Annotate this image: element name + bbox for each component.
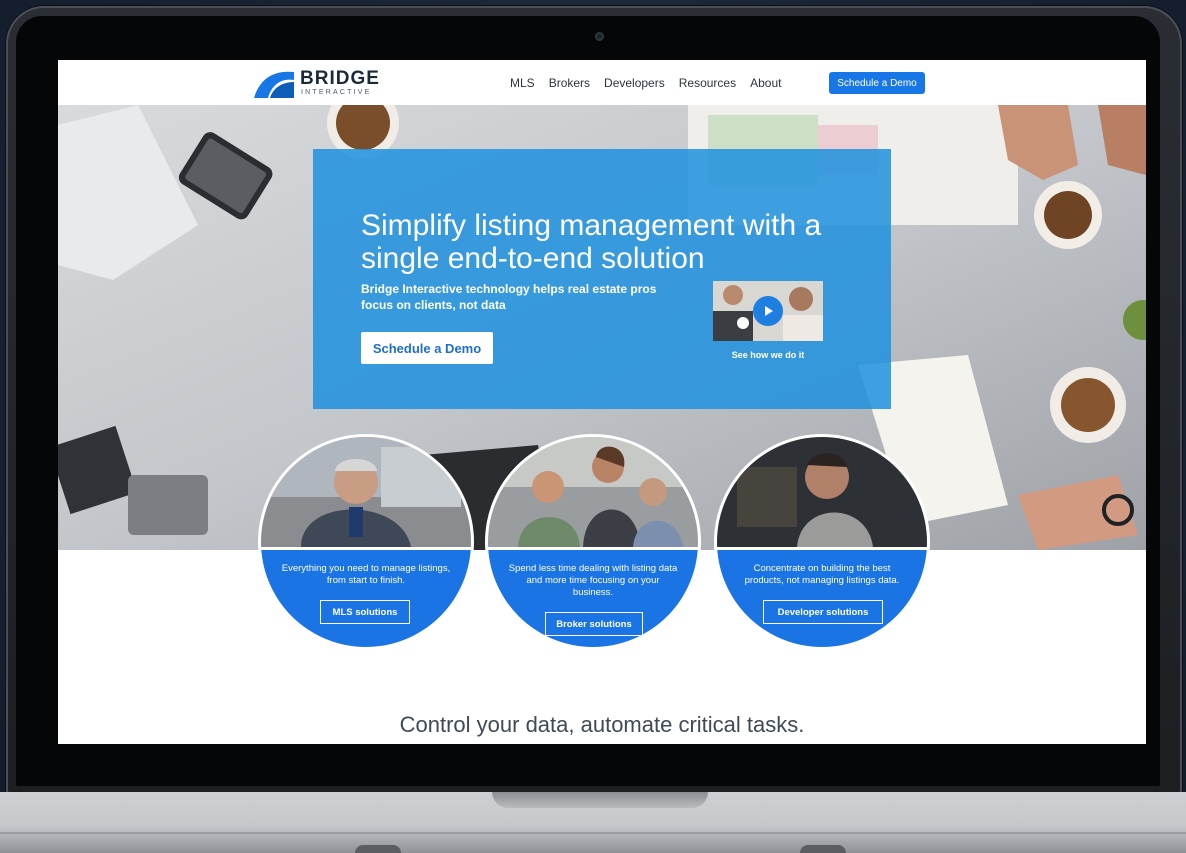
website-screen: BRIDGE INTERACTIVE MLS Brokers Developer… [58, 60, 1146, 744]
mls-solution-card: Everything you need to manage listings, … [261, 437, 471, 647]
developer-solutions-button[interactable]: Developer solutions [763, 600, 883, 624]
laptop-foot-left [355, 845, 401, 853]
laptop-notch [492, 792, 708, 808]
broker-solutions-button[interactable]: Broker solutions [545, 612, 643, 636]
hero-subtitle: Bridge Interactive technology helps real… [361, 282, 657, 312]
nav-link-about[interactable]: About [750, 76, 781, 90]
broker-photo [488, 437, 698, 547]
broker-card-text: Spend less time dealing with listing dat… [508, 563, 678, 598]
bridge-logo-icon[interactable] [254, 68, 294, 98]
tagline-heading: Control your data, automate critical tas… [399, 712, 805, 737]
play-icon[interactable] [753, 296, 783, 326]
top-nav: BRIDGE INTERACTIVE MLS Brokers Developer… [58, 60, 1146, 105]
mls-photo [261, 437, 471, 547]
developer-card-text: Concentrate on building the best product… [744, 563, 900, 586]
hero-title: Simplify listing management with a singl… [361, 209, 822, 276]
nav-link-developers[interactable]: Developers [604, 76, 665, 90]
schedule-demo-hero-button[interactable]: Schedule a Demo [361, 332, 493, 364]
hero-panel: Simplify listing management with a singl… [313, 149, 891, 409]
base-divider [0, 832, 1186, 834]
video-thumbnail[interactable] [713, 281, 823, 341]
nav-link-resources[interactable]: Resources [679, 76, 736, 90]
camera-icon [595, 32, 604, 41]
schedule-demo-nav-button[interactable]: Schedule a Demo [829, 72, 925, 94]
logo-title[interactable]: BRIDGE [300, 68, 380, 90]
nav-links: MLS Brokers Developers Resources About [510, 76, 781, 90]
mls-solutions-button[interactable]: MLS solutions [320, 600, 410, 624]
logo-subtitle: INTERACTIVE [301, 89, 372, 96]
developer-solution-card: Concentrate on building the best product… [717, 437, 927, 647]
video-caption[interactable]: See how we do it [707, 350, 829, 360]
nav-link-brokers[interactable]: Brokers [549, 76, 590, 90]
nav-link-mls[interactable]: MLS [510, 76, 535, 90]
mls-card-text: Everything you need to manage listings, … [281, 563, 451, 586]
laptop-foot-right [800, 845, 846, 853]
broker-solution-card: Spend less time dealing with listing dat… [488, 437, 698, 647]
developer-photo [717, 437, 927, 547]
